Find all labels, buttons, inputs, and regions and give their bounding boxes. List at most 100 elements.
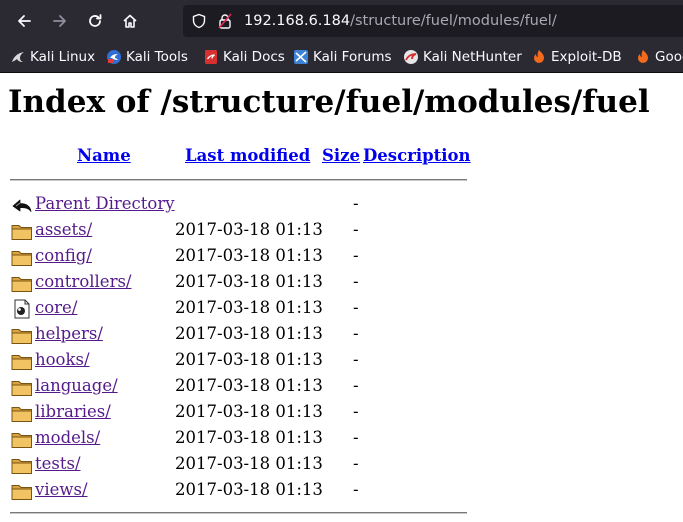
bookmark-label: Kali NetHunter [423,49,522,65]
directory-link[interactable]: models/ [35,428,100,448]
parent-directory-link[interactable]: Parent Directory [35,194,175,214]
bookmark-exploit-db[interactable]: Exploit-DB [531,48,622,66]
last-modified-value: 2017-03-18 01:13 [175,220,323,239]
table-row: hooks/2017-03-18 01:13 - [0,348,470,374]
size-value: - [353,220,359,239]
size-value: - [353,402,359,421]
directory-link[interactable]: libraries/ [35,402,111,422]
forward-arrow-icon [53,15,66,27]
directory-link[interactable]: hooks/ [35,350,90,370]
footer-divider [10,512,467,514]
bookmark-google[interactable]: Goog [635,48,683,66]
column-header-description: Description [363,146,471,166]
home-button[interactable] [116,7,144,35]
last-modified-value: 2017-03-18 01:13 [175,298,323,317]
last-modified-value: 2017-03-18 01:13 [175,272,323,291]
sort-by-name-link[interactable]: Name [77,146,131,165]
bookmark-kali-forums[interactable]: Kali Forums [293,48,392,66]
kali-dragon-icon [10,49,26,65]
size-value: - [353,350,359,369]
folder-icon [11,403,33,423]
kali-nethunter-icon [403,49,419,65]
bookmark-label: Kali Tools [126,49,188,65]
table-row: tests/2017-03-18 01:13 - [0,452,470,478]
browser-toolbar: 192.168.6.184/structure/fuel/modules/fue… [0,0,683,42]
last-modified-value: 2017-03-18 01:13 [175,454,323,473]
table-row: core/2017-03-18 01:13 - [0,296,470,322]
kali-tools-icon [106,49,122,65]
bookmark-kali-nethunter[interactable]: Kali NetHunter [403,48,522,66]
size-value: - [353,324,359,343]
insecure-lock-icon[interactable] [217,13,233,33]
size-value: - [353,194,359,213]
last-modified-value: 2017-03-18 01:13 [175,324,323,343]
bookmark-label: Kali Forums [313,49,392,65]
size-value: - [353,454,359,473]
last-modified-value: 2017-03-18 01:13 [175,480,323,499]
table-row: libraries/2017-03-18 01:13 - [0,400,470,426]
folder-icon [11,351,33,371]
folder-icon [11,221,33,241]
header-divider [10,179,467,181]
url-host: 192.168.6.184 [244,13,351,29]
folder-icon [11,273,33,293]
folder-icon [11,455,33,475]
table-row: helpers/2017-03-18 01:13 - [0,322,470,348]
directory-link[interactable]: controllers/ [35,272,132,292]
directory-link[interactable]: config/ [35,246,92,266]
forward-button[interactable] [46,7,74,35]
address-bar[interactable]: 192.168.6.184/structure/fuel/modules/fue… [183,5,683,37]
directory-link[interactable]: core/ [35,298,77,318]
column-header-size: Size [322,146,360,166]
last-modified-value: 2017-03-18 01:13 [175,246,323,265]
directory-link[interactable]: assets/ [35,220,92,240]
last-modified-value: 2017-03-18 01:13 [175,428,323,447]
size-value: - [353,376,359,395]
exploit-db-icon [531,49,547,65]
sort-by-size-link[interactable]: Size [322,146,360,165]
table-row: views/2017-03-18 01:13 - [0,478,470,504]
bookmark-label: Kali Linux [30,49,96,65]
directory-link[interactable]: views/ [35,480,88,500]
back-arrow-icon [11,195,33,215]
sort-by-description-link[interactable]: Description [363,146,471,165]
folder-icon [11,247,33,267]
table-row: config/2017-03-18 01:13 - [0,244,470,270]
last-modified-value: 2017-03-18 01:13 [175,376,323,395]
bookmark-kali-docs[interactable]: Kali Docs [203,48,285,66]
bookmarks-bar: Kali Linux Kali Tools Kali Docs Kali For… [0,42,683,73]
last-modified-value: 2017-03-18 01:13 [175,350,323,369]
sort-by-last-modified-link[interactable]: Last modified [185,146,310,165]
url-text[interactable]: 192.168.6.184/structure/fuel/modules/fue… [244,11,557,31]
page-title: Index of /structure/fuel/modules/fuel [8,84,650,120]
directory-link[interactable]: language/ [35,376,118,396]
directory-link[interactable]: tests/ [35,454,81,474]
size-value: - [353,246,359,265]
back-button[interactable] [10,7,38,35]
back-arrow-icon [18,15,31,27]
table-row: assets/2017-03-18 01:13 - [0,218,470,244]
table-row: language/2017-03-18 01:13 - [0,374,470,400]
size-value: - [353,298,359,317]
reload-button[interactable] [81,7,109,35]
table-row: controllers/2017-03-18 01:13 - [0,270,470,296]
bookmark-kali-linux[interactable]: Kali Linux [10,48,95,66]
bookmark-label: Kali Docs [223,49,285,65]
reload-icon [89,14,102,27]
folder-icon [11,377,33,397]
kali-docs-icon [203,49,219,65]
bookmark-label: Goog [655,49,683,65]
table-row: models/2017-03-18 01:13 - [0,426,470,452]
bookmark-kali-tools[interactable]: Kali Tools [106,48,188,66]
directory-link[interactable]: helpers/ [35,324,103,344]
last-modified-value: 2017-03-18 01:13 [175,402,323,421]
core-file-icon [11,299,33,319]
exploit-db-icon [635,49,651,65]
size-value: - [353,480,359,499]
kali-forums-icon [293,49,309,65]
folder-icon [11,481,33,501]
bookmark-label: Exploit-DB [551,49,622,65]
size-value: - [353,272,359,291]
folder-icon [11,325,33,345]
tracking-protection-shield-icon[interactable] [191,13,207,33]
